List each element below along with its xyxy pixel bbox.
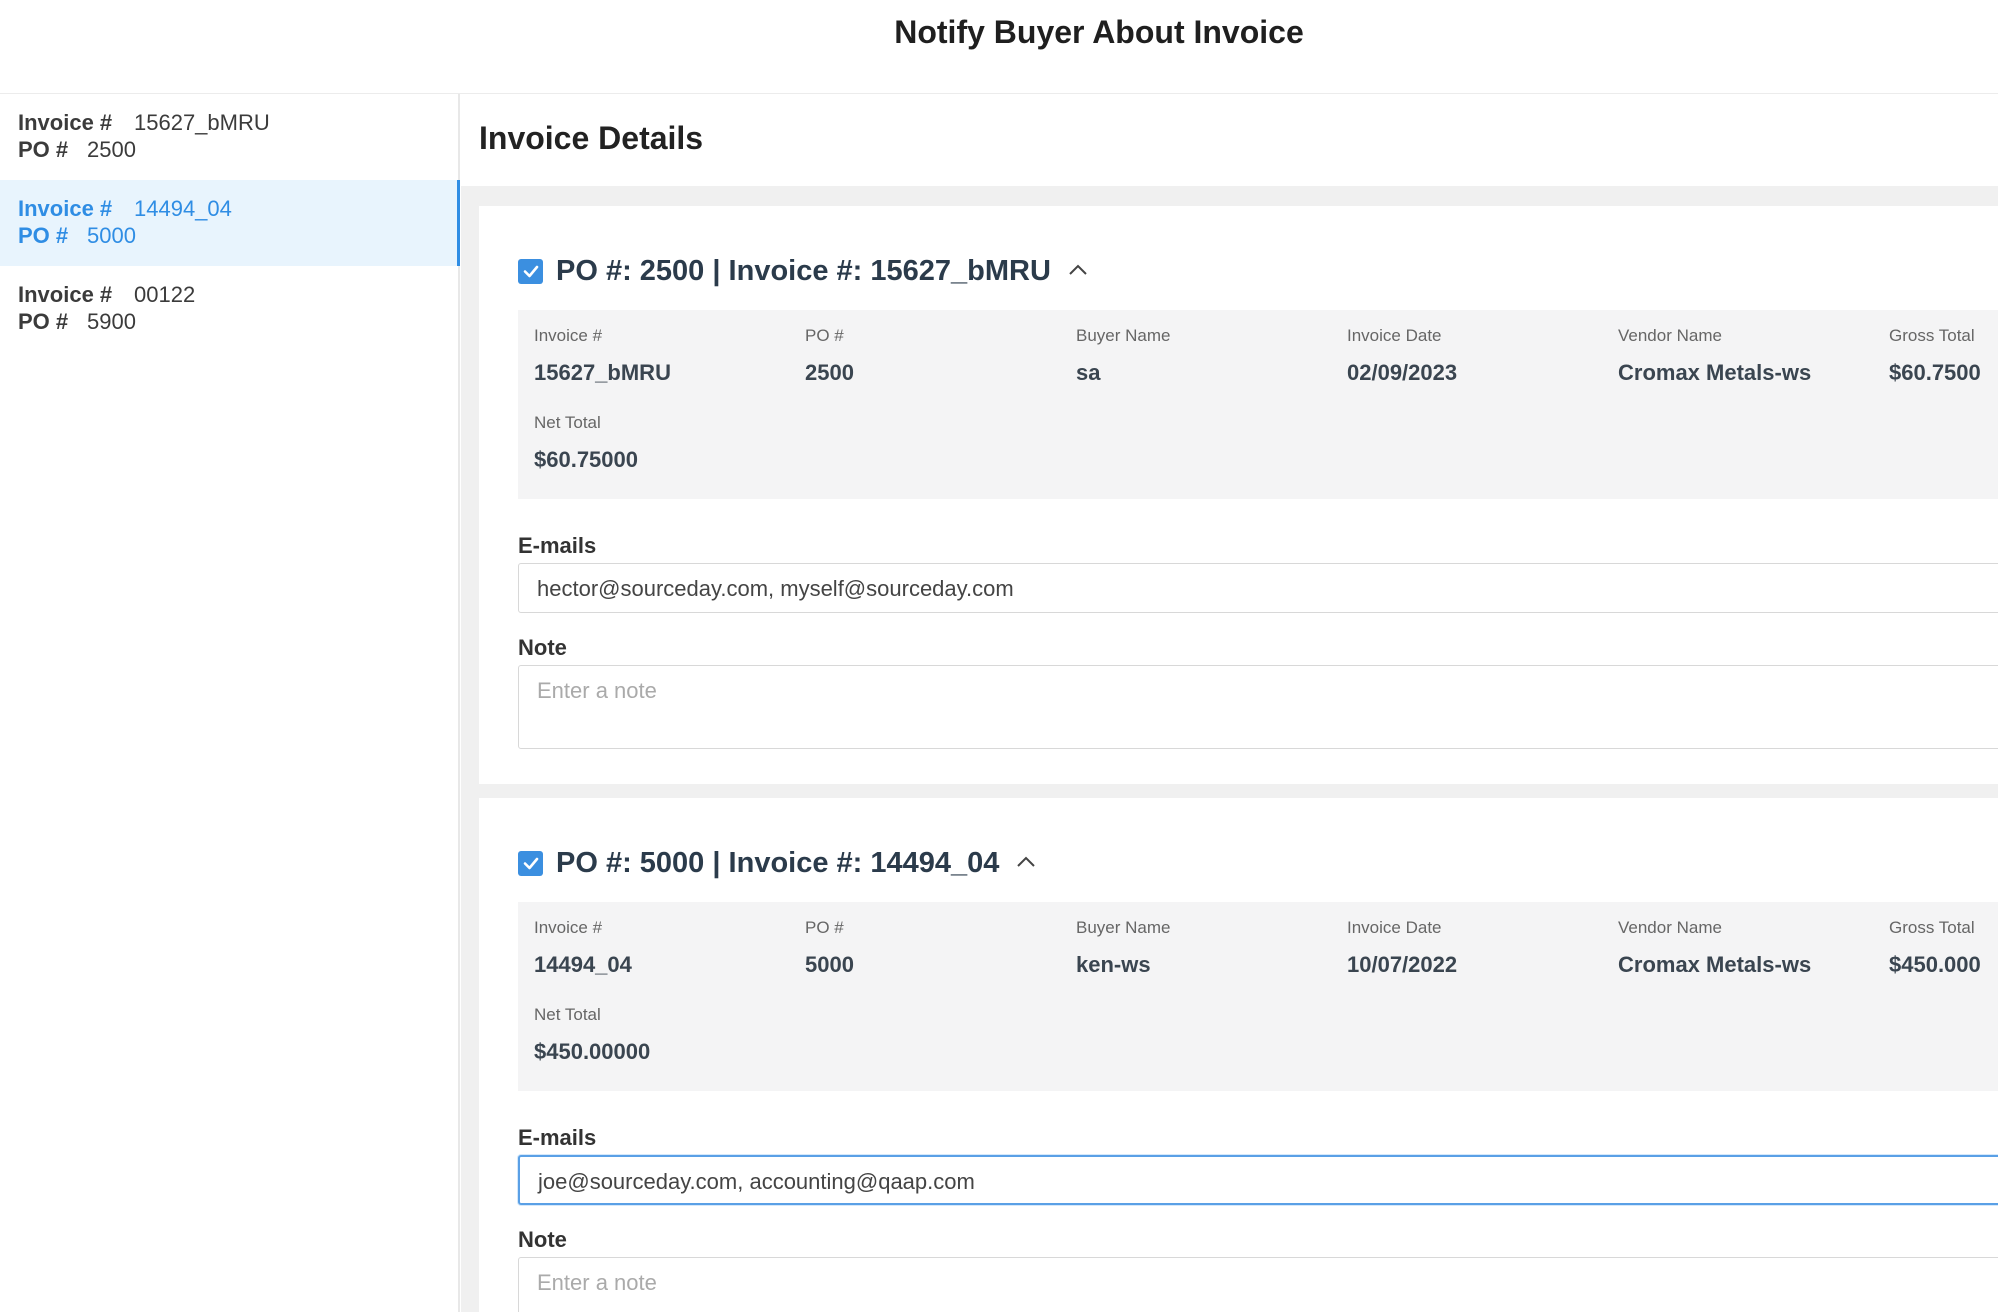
field-gross-total: Gross Total $450.000: [1889, 918, 1998, 978]
sidebar-item-invoice-00122[interactable]: Invoice # 00122 PO # 5900: [0, 266, 458, 352]
sidebar-item-invoice-15627[interactable]: Invoice # 15627_bMRU PO # 2500: [0, 94, 458, 180]
field-value: Cromax Metals-ws: [1618, 952, 1812, 977]
field-buyer: Buyer Name ken-ws: [1076, 918, 1336, 978]
invoice-label: Invoice #: [18, 110, 113, 135]
invoice-list-sidebar: Invoice # 15627_bMRU PO # 2500 Invoice # 14…: [0, 94, 460, 1312]
field-value: 5000: [805, 952, 854, 977]
field-invoice: Invoice # 15627_bMRU: [534, 326, 794, 386]
field-label: Net Total: [534, 413, 601, 432]
chevron-up-icon[interactable]: [1067, 260, 1089, 282]
field-vendor: Vendor Name Cromax Metals-ws: [1618, 326, 1878, 386]
field-label: Vendor Name: [1618, 918, 1722, 937]
field-value: sa: [1076, 360, 1101, 385]
field-label: Buyer Name: [1076, 918, 1171, 937]
section-header: Invoice Details: [461, 94, 1998, 186]
card-title: PO #: 5000 | Invoice #: 14494_04: [556, 846, 1000, 879]
invoice-info-grid: Invoice # 14494_04 PO # 5000 Buyer Name ken…: [518, 902, 1998, 1091]
field-gross-total: Gross Total $60.7500: [1889, 326, 1998, 386]
field-label: Invoice Date: [1347, 918, 1442, 937]
page-title: Notify Buyer About Invoice: [894, 14, 1304, 50]
invoice-card: PO #: 5000 | Invoice #: 14494_04 Invoice…: [479, 798, 1998, 1312]
field-date: Invoice Date 10/07/2022: [1347, 918, 1607, 978]
field-label: PO #: [805, 326, 844, 345]
field-value: $60.75000: [534, 447, 638, 472]
field-vendor: Vendor Name Cromax Metals-ws: [1618, 918, 1878, 978]
po-number: 5900: [87, 309, 136, 334]
invoice-number: 15627_bMRU: [134, 110, 270, 135]
invoice-info-grid: Invoice # 15627_bMRU PO # 2500 Buyer Name s…: [518, 310, 1998, 499]
field-po: PO # 5000: [805, 918, 1065, 978]
field-label: PO #: [805, 918, 844, 937]
section-title: Invoice Details: [479, 120, 704, 156]
field-buyer: Buyer Name sa: [1076, 326, 1336, 386]
field-invoice: Invoice # 14494_04: [534, 918, 794, 978]
field-label: Net Total: [534, 1005, 601, 1024]
field-label: Gross Total: [1889, 918, 1975, 937]
po-label: PO #: [18, 223, 69, 248]
sidebar-item-invoice-14494[interactable]: Invoice # 14494_04 PO # 5000: [0, 180, 460, 266]
field-value: 02/09/2023: [1347, 360, 1458, 385]
field-value: $450.000: [1889, 952, 1981, 977]
field-value: 15627_bMRU: [534, 360, 671, 385]
field-label: Vendor Name: [1618, 326, 1722, 345]
card-header: PO #: 2500 | Invoice #: 15627_bMRU: [518, 246, 1998, 296]
checkmark-icon: [523, 265, 538, 278]
field-label: Invoice #: [534, 326, 603, 345]
po-label: PO #: [18, 309, 69, 334]
field-value: 2500: [805, 360, 854, 385]
card-header: PO #: 5000 | Invoice #: 14494_04: [518, 838, 1998, 888]
po-number: 5000: [87, 223, 136, 248]
note-textarea[interactable]: Enter a note: [518, 665, 1998, 749]
emails-label: E-mails: [518, 1125, 597, 1150]
emails-input[interactable]: joe@sourceday.com, accounting@qaap.com: [518, 1155, 1998, 1205]
field-value: Cromax Metals-ws: [1618, 360, 1812, 385]
field-label: Gross Total: [1889, 326, 1975, 345]
field-value: 10/07/2022: [1347, 952, 1458, 977]
field-label: Invoice #: [534, 918, 603, 937]
invoice-card: PO #: 2500 | Invoice #: 15627_bMRU Invoi…: [479, 206, 1998, 784]
header: Notify Buyer About Invoice: [0, 0, 1998, 94]
field-value: 14494_04: [534, 952, 632, 977]
select-invoice-checkbox[interactable]: [518, 850, 543, 876]
note-label: Note: [518, 1227, 567, 1252]
emails-input[interactable]: hector@sourceday.com, myself@sourceday.c…: [518, 563, 1998, 613]
invoice-details-panel: Invoice Details PO #: 2500 | Invoice #: …: [461, 94, 1998, 1312]
field-value: ken-ws: [1076, 952, 1151, 977]
field-label: Buyer Name: [1076, 326, 1171, 345]
chevron-up-icon[interactable]: [1015, 852, 1037, 874]
field-value: $60.7500: [1889, 360, 1981, 385]
card-title: PO #: 2500 | Invoice #: 15627_bMRU: [556, 254, 1051, 287]
invoice-label: Invoice #: [18, 196, 113, 221]
checkmark-icon: [523, 857, 538, 870]
field-date: Invoice Date 02/09/2023: [1347, 326, 1607, 386]
field-po: PO # 2500: [805, 326, 1065, 386]
note-textarea[interactable]: Enter a note: [518, 1257, 1998, 1312]
select-invoice-checkbox[interactable]: [518, 258, 543, 284]
po-number: 2500: [87, 137, 136, 162]
field-label: Invoice Date: [1347, 326, 1442, 345]
invoice-number: 14494_04: [134, 196, 232, 221]
invoice-label: Invoice #: [18, 282, 113, 307]
po-label: PO #: [18, 137, 69, 162]
invoice-number: 00122: [134, 282, 196, 307]
field-net-total: Net Total $450.00000: [534, 1005, 794, 1065]
emails-label: E-mails: [518, 533, 597, 558]
note-label: Note: [518, 635, 567, 660]
field-value: $450.00000: [534, 1039, 651, 1064]
field-net-total: Net Total $60.75000: [534, 413, 794, 473]
